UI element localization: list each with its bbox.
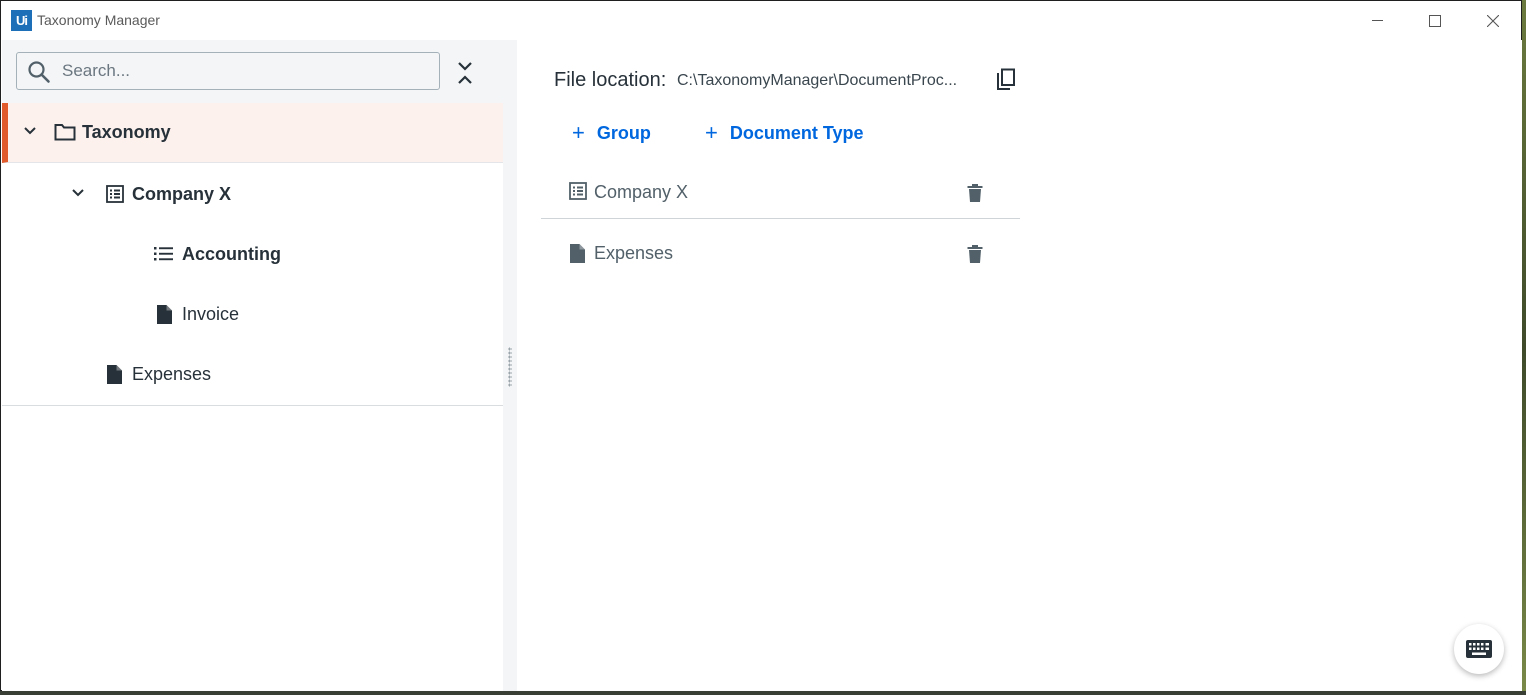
divider <box>2 405 503 406</box>
tree-item-accounting[interactable]: Accounting <box>2 225 503 285</box>
group-list-icon <box>569 182 587 200</box>
delete-icon[interactable] <box>967 184 983 202</box>
document-icon <box>107 365 122 384</box>
minimize-button[interactable] <box>1348 1 1406 40</box>
collapse-all-button[interactable] <box>454 60 476 86</box>
tree-item-label: Accounting <box>182 244 281 264</box>
search-icon <box>28 61 50 83</box>
file-location-path: C:\TaxonomyManager\DocumentProc... <box>677 72 958 89</box>
window-title: Taxonomy Manager <box>37 12 160 28</box>
tree-item-company-x[interactable]: Company X <box>2 165 503 225</box>
tree-item-expenses[interactable]: Expenses <box>2 345 503 405</box>
search-input[interactable] <box>62 59 422 83</box>
tree-item-invoice[interactable]: Invoice <box>2 285 503 345</box>
add-document-type-label: Document Type <box>729 122 864 143</box>
close-icon <box>1487 14 1499 27</box>
chevron-down-icon[interactable] <box>71 188 85 198</box>
add-group-button[interactable]: + Group <box>572 120 651 146</box>
app-window: Ui Taxonomy Manager Search... Taxonomy C… <box>0 0 1522 691</box>
desktop-background <box>1522 0 1526 695</box>
add-group-label: Group <box>596 122 651 143</box>
tree-item-label: Taxonomy <box>82 122 171 142</box>
search-box <box>16 52 440 90</box>
list-item-company-x[interactable]: Company X <box>541 158 1020 218</box>
tree-item-label: Expenses <box>132 364 212 384</box>
tree-item-taxonomy[interactable]: Taxonomy <box>2 103 503 163</box>
close-button[interactable] <box>1464 1 1522 40</box>
keyboard-shortcuts-button[interactable] <box>1454 624 1504 674</box>
tree-item-label: Invoice <box>182 304 240 324</box>
plus-icon: + <box>705 120 718 145</box>
group-list-icon <box>106 185 124 203</box>
pane-splitter[interactable] <box>503 40 517 691</box>
list-item-label: Expenses <box>594 243 674 263</box>
details-pane: File location: C:\TaxonomyManager\Docume… <box>517 40 1522 691</box>
document-icon <box>570 244 585 263</box>
minimize-icon <box>1371 20 1383 21</box>
drag-handle-icon[interactable] <box>508 347 512 387</box>
chevron-down-icon[interactable] <box>23 126 37 136</box>
tree-item-label: Company X <box>132 184 232 204</box>
taxonomy-tree-pane: Taxonomy Company X Accounting <box>2 40 503 691</box>
folder-icon <box>54 124 76 141</box>
list-item-label: Company X <box>594 182 689 202</box>
plus-icon: + <box>572 120 585 145</box>
copy-icon <box>997 68 1015 90</box>
keyboard-icon <box>1466 640 1492 658</box>
app-logo: Ui <box>11 10 32 31</box>
category-list-icon <box>154 247 173 261</box>
copy-path-button[interactable] <box>995 68 1019 92</box>
title-bar: Ui Taxonomy Manager <box>1 1 1521 40</box>
collapse-all-icon <box>458 62 472 84</box>
search-bar <box>2 40 503 104</box>
delete-icon[interactable] <box>967 245 983 263</box>
maximize-button[interactable] <box>1406 1 1464 40</box>
list-item-expenses[interactable]: Expenses <box>541 219 1020 279</box>
desktop-background-bottom <box>0 691 1526 695</box>
maximize-icon <box>1429 14 1441 27</box>
file-location-label: File location: <box>554 69 667 91</box>
document-icon <box>157 305 172 324</box>
add-document-type-button[interactable]: + Document Type <box>705 120 864 146</box>
